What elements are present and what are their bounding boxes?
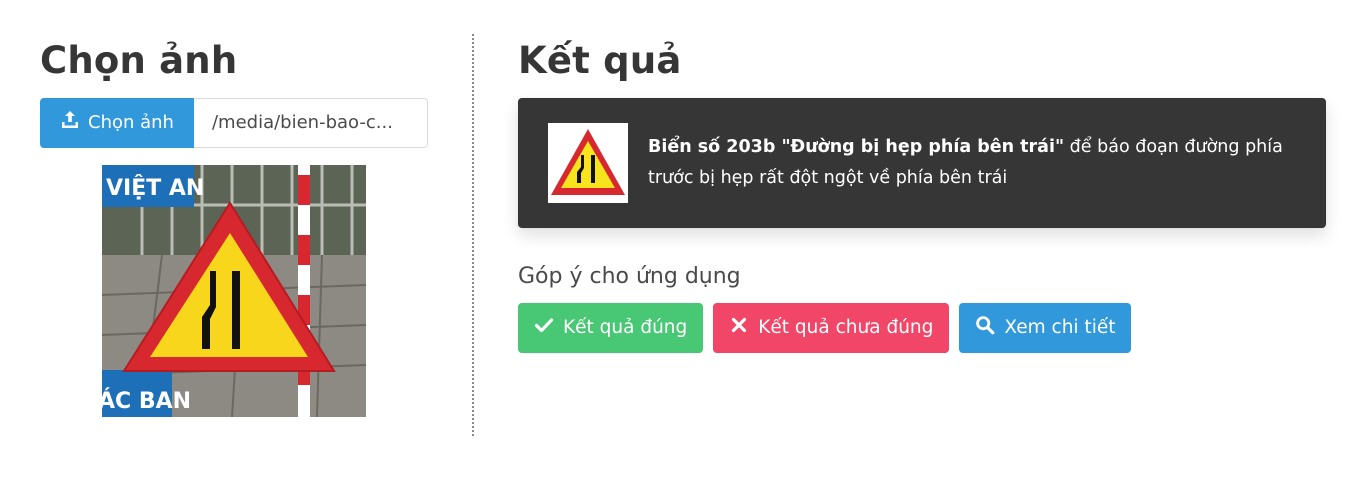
- picker-title: Chọn ảnh: [40, 39, 238, 82]
- selected-file-name: /media/bien-bao-c...: [193, 97, 428, 148]
- close-icon: [729, 315, 749, 340]
- column-divider: [472, 34, 474, 436]
- choose-image-button[interactable]: Chọn ảnh: [40, 97, 194, 148]
- upload-icon: [60, 110, 80, 135]
- sign-name: Biển số 203b "Đường bị hẹp phía bên trái…: [648, 136, 1065, 157]
- view-details-button[interactable]: Xem chi tiết: [959, 302, 1132, 353]
- photo-banner-bottom: ÁC BAN: [102, 388, 191, 414]
- correct-result-label: Kết quả đúng: [563, 317, 688, 339]
- feedback-heading: Góp ý cho ứng dụng: [518, 263, 741, 289]
- result-title: Kết quả: [518, 39, 682, 82]
- feedback-buttons: Kết quả đúng Kết quả chưa đúng Xem chi t…: [518, 302, 1326, 353]
- file-input[interactable]: Chọn ảnh /media/bien-bao-c...: [40, 97, 428, 148]
- result-card: Biển số 203b "Đường bị hẹp phía bên trái…: [518, 97, 1326, 228]
- check-icon: [534, 315, 554, 340]
- result-description: Biển số 203b "Đường bị hẹp phía bên trái…: [648, 132, 1296, 194]
- correct-result-button[interactable]: Kết quả đúng: [518, 302, 704, 353]
- incorrect-result-button[interactable]: Kết quả chưa đúng: [713, 302, 950, 353]
- choose-image-label: Chọn ảnh: [88, 112, 174, 134]
- result-panel: Kết quả Biển số 203b "Đường bị hẹp phía …: [518, 39, 1326, 353]
- photo-banner-top: VIỆT AN: [106, 174, 204, 201]
- incorrect-result-label: Kết quả chưa đúng: [758, 317, 934, 339]
- uploaded-image-preview: VIỆT AN ÁC BAN: [102, 165, 366, 417]
- search-icon: [975, 315, 995, 340]
- view-details-label: Xem chi tiết: [1004, 317, 1116, 339]
- sign-thumbnail: [548, 122, 628, 203]
- image-picker-panel: Chọn ảnh Chọn ảnh /media/bien-bao-c... V…: [40, 39, 440, 417]
